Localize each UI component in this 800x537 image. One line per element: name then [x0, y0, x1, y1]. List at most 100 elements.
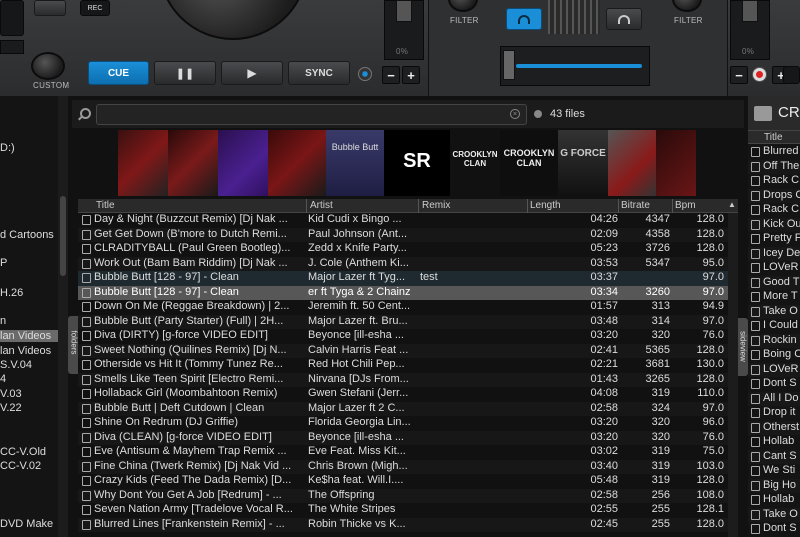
- cover-art[interactable]: CROOKLYN CLAN: [450, 130, 500, 196]
- table-scrollbar[interactable]: [728, 213, 738, 537]
- sideview-item[interactable]: More T: [748, 290, 800, 305]
- sideview-item[interactable]: Big Ho: [748, 478, 800, 493]
- crossfader-handle[interactable]: [503, 50, 515, 80]
- tree-item[interactable]: lan Videos: [0, 345, 51, 357]
- sort-arrow-icon[interactable]: ▲: [728, 200, 736, 209]
- pause-button[interactable]: ❚❚: [154, 61, 216, 85]
- custom-knob[interactable]: [31, 52, 65, 80]
- pitch-minus-right[interactable]: −: [730, 66, 748, 84]
- cue-button[interactable]: CUE: [88, 61, 149, 85]
- sideview-item[interactable]: Rack C: [748, 203, 800, 218]
- table-row[interactable]: Seven Nation Army [Tradelove Vocal R... T…: [78, 503, 738, 518]
- table-row-selected[interactable]: Bubble Butt [128 - 97] - Clean er ft Tyga…: [78, 285, 738, 300]
- col-artist[interactable]: Artist: [310, 200, 333, 211]
- tree-item[interactable]: V.03: [0, 388, 22, 400]
- cover-art[interactable]: [218, 130, 268, 196]
- sideview-item[interactable]: All I Do: [748, 391, 800, 406]
- pitch-handle-right[interactable]: [742, 0, 758, 22]
- search-options-icon[interactable]: [534, 110, 542, 118]
- table-row[interactable]: Crazy Kids (Feed The Dada Remix) [D... Ke…: [78, 474, 738, 489]
- sideview-item[interactable]: Otherst: [748, 420, 800, 435]
- sideview-item[interactable]: Good T: [748, 275, 800, 290]
- sideview-item[interactable]: LOVeR: [748, 261, 800, 276]
- cover-art[interactable]: SR: [384, 130, 450, 196]
- sideview-item[interactable]: Drops C: [748, 188, 800, 203]
- sideview-item[interactable]: We Sti: [748, 464, 800, 479]
- tree-item[interactable]: d Cartoons: [0, 229, 54, 241]
- cover-art[interactable]: [268, 130, 326, 196]
- headphone-left-button[interactable]: [506, 8, 542, 30]
- sideview-item[interactable]: Drop it: [748, 406, 800, 421]
- table-row[interactable]: Work Out (Bam Bam Riddim) [Dj Nak ... J. …: [78, 256, 738, 271]
- table-row[interactable]: Shine On Redrum (DJ Griffie) Florida Geor…: [78, 416, 738, 431]
- tree-item[interactable]: D:): [0, 142, 15, 154]
- col-bitrate[interactable]: Bitrate: [621, 200, 650, 211]
- tree-item[interactable]: P: [0, 257, 7, 269]
- table-row[interactable]: Down On Me (Reggae Breakdown) | 2... Jere…: [78, 300, 738, 315]
- pitch-minus-left[interactable]: −: [382, 66, 400, 84]
- tree-item-selected[interactable]: lan Videos: [0, 330, 58, 342]
- clear-search-icon[interactable]: ×: [510, 109, 520, 119]
- tree-item[interactable]: 4: [0, 373, 6, 385]
- pitch-plus-left[interactable]: +: [402, 66, 420, 84]
- tree-item[interactable]: S.V.04: [0, 359, 32, 371]
- table-row[interactable]: Smells Like Teen Spirit [Electro Remi...…: [78, 372, 738, 387]
- table-row[interactable]: Bubble Butt | Deft Cutdown | Clean Major …: [78, 401, 738, 416]
- jog-wheel[interactable]: [158, 0, 308, 40]
- table-row[interactable]: Otherside vs Hit It (Tommy Tunez Re... Re…: [78, 358, 738, 373]
- table-row[interactable]: Get Get Down (B'more to Dutch Remi... Pau…: [78, 227, 738, 242]
- tree-scrollbar[interactable]: [58, 96, 68, 537]
- sideview-item[interactable]: Rack C: [748, 174, 800, 189]
- sideview-item[interactable]: Boing C: [748, 348, 800, 363]
- tree-item[interactable]: n: [0, 315, 6, 327]
- tree-item[interactable]: CC-V.02: [0, 460, 41, 472]
- sideview-item[interactable]: Take O: [748, 507, 800, 522]
- table-row[interactable]: Fine China (Twerk Remix) [Dj Nak Vid ...…: [78, 459, 738, 474]
- tree-item[interactable]: DVD Make: [0, 518, 53, 530]
- sideview-col-header[interactable]: Title: [748, 130, 800, 144]
- record-icon[interactable]: [752, 67, 767, 82]
- tree-item[interactable]: H.26: [0, 287, 23, 299]
- tree-item[interactable]: V.22: [0, 402, 22, 414]
- cover-art[interactable]: CROOKLYN CLAN: [500, 130, 558, 196]
- sideview-item[interactable]: Take O: [748, 304, 800, 319]
- col-length[interactable]: Length: [530, 200, 561, 211]
- sideview-item[interactable]: Rockin: [748, 333, 800, 348]
- sideview-item[interactable]: LOVeR: [748, 362, 800, 377]
- search-input[interactable]: [96, 104, 527, 125]
- table-row[interactable]: Sweet Nothing (Quilines Remix) [Dj N... C…: [78, 343, 738, 358]
- sideview-item[interactable]: Hollab: [748, 435, 800, 450]
- play-button[interactable]: ▶: [221, 61, 283, 85]
- cover-flow[interactable]: Bubble Butt SR CROOKLYN CLAN CROOKLYN CL…: [118, 130, 700, 196]
- cover-art[interactable]: [608, 130, 656, 196]
- table-row[interactable]: CLRADITYBALL (Paul Green Bootleg)... Zedd…: [78, 242, 738, 257]
- sideview-item[interactable]: Dont S: [748, 377, 800, 392]
- table-row[interactable]: Eve (Antisum & Mayhem Trap Remix ... Eve …: [78, 445, 738, 460]
- effect-icon[interactable]: [358, 67, 372, 81]
- right-edge-button[interactable]: [783, 66, 800, 84]
- sideview-item[interactable]: Dont S: [748, 522, 800, 537]
- col-title[interactable]: Title: [96, 200, 115, 211]
- left-pad-button[interactable]: [0, 0, 24, 36]
- sideview-tab[interactable]: sideview: [738, 318, 748, 376]
- rec-button[interactable]: REC: [80, 0, 110, 16]
- headphone-right-button[interactable]: [606, 8, 642, 30]
- hotcue-button[interactable]: [34, 0, 66, 16]
- sideview-item[interactable]: I Could: [748, 319, 800, 334]
- pitch-handle-left[interactable]: [396, 0, 412, 22]
- sideview-item[interactable]: Cant S: [748, 449, 800, 464]
- table-row[interactable]: Day & Night (Buzzcut Remix) [Dj Nak ... K…: [78, 213, 738, 228]
- cover-art[interactable]: [118, 130, 168, 196]
- sideview-item[interactable]: Hollab: [748, 493, 800, 508]
- table-row[interactable]: Blurred Lines [Frankenstein Remix] - ...…: [78, 517, 738, 532]
- table-row[interactable]: Hollaback Girl (Moombahtoon Remix) Gwen S…: [78, 387, 738, 402]
- table-row[interactable]: Diva (DIRTY) [g-force VIDEO EDIT] Beyonce…: [78, 329, 738, 344]
- sideview-item[interactable]: Kick Ou: [748, 217, 800, 232]
- sync-button[interactable]: SYNC: [288, 61, 350, 85]
- search-icon[interactable]: [80, 108, 91, 119]
- sideview-item[interactable]: Blurred: [748, 145, 800, 160]
- cover-art[interactable]: [656, 130, 696, 196]
- sideview-item[interactable]: Pretty F: [748, 232, 800, 247]
- cover-art[interactable]: G FORCE: [558, 130, 608, 196]
- table-row[interactable]: Diva (CLEAN) [g-force VIDEO EDIT] Beyonce…: [78, 430, 738, 445]
